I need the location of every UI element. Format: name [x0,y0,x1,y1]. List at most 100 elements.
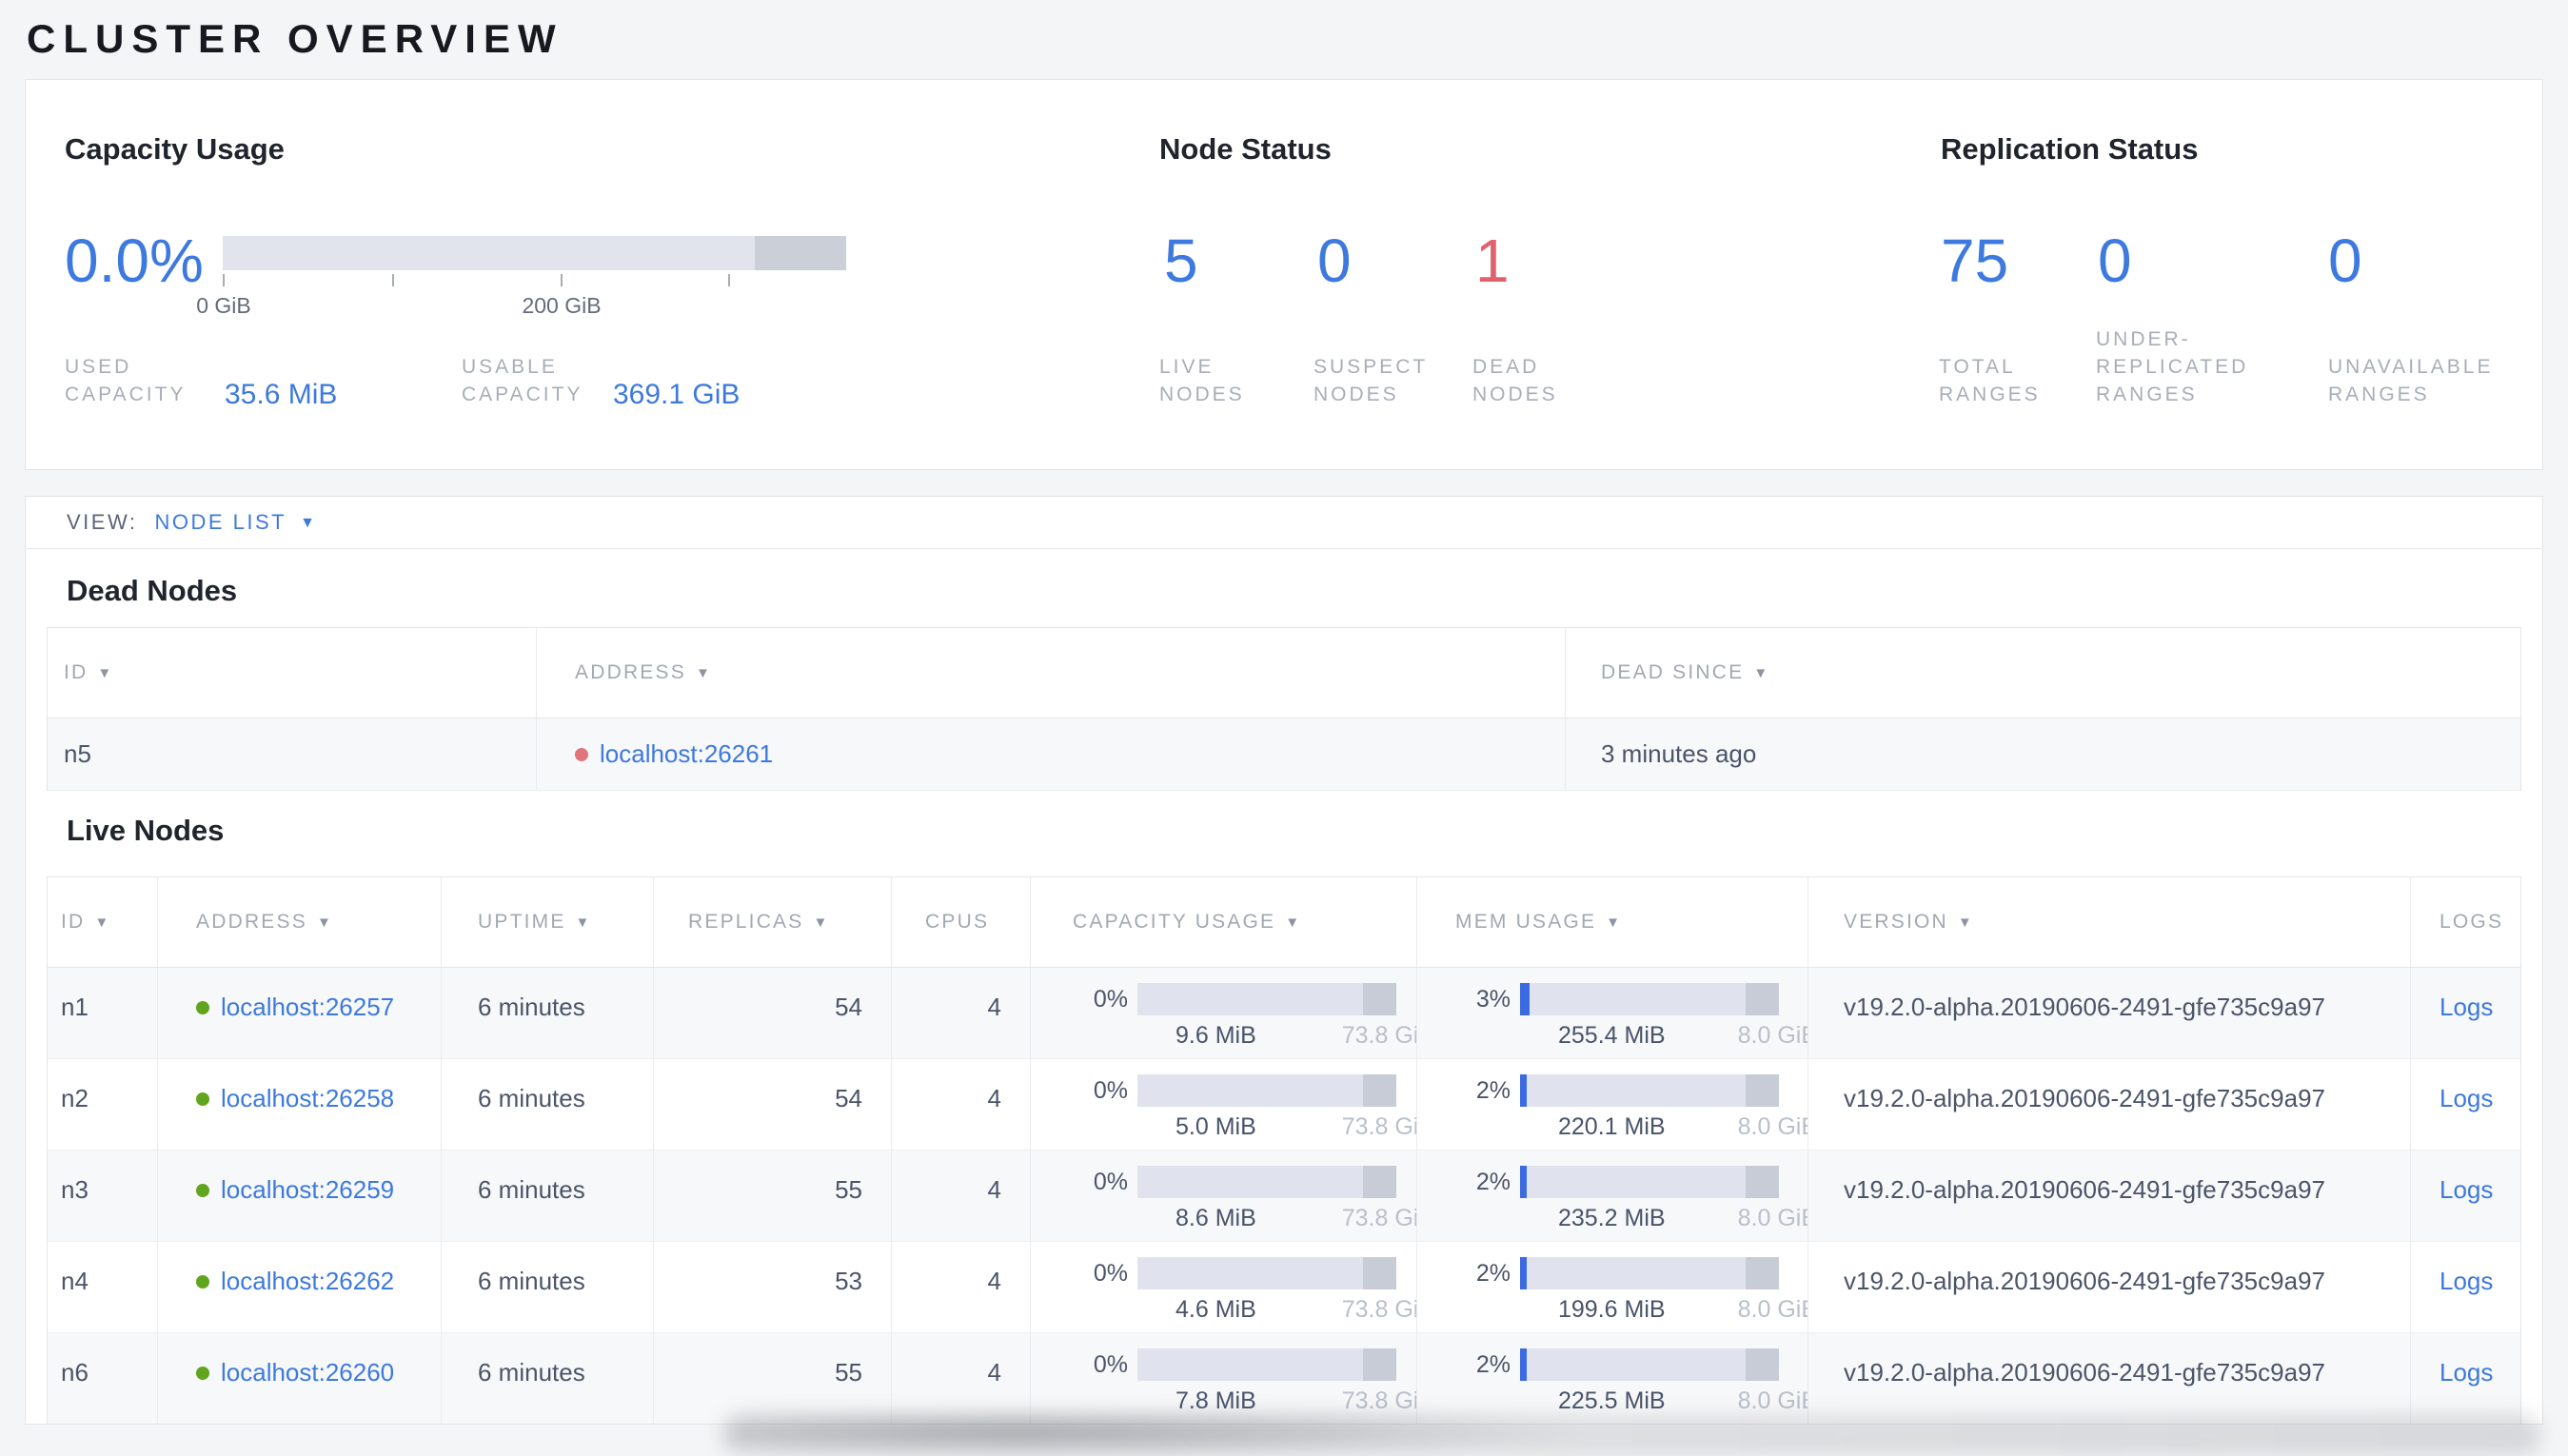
logs-link[interactable]: Logs [2440,993,2493,1021]
mem-percent: 2% [1475,1076,1511,1104]
logs-link[interactable]: Logs [2440,1358,2493,1387]
node-address-link[interactable]: localhost:26257 [221,993,394,1021]
replication-status-heading: Replication Status [1941,132,2199,166]
node-address-cell: localhost:26258 [157,1059,441,1150]
logs-link[interactable]: Logs [2440,1267,2493,1295]
capacity-usage-bar [1137,1166,1396,1198]
capacity-reserved-segment [1362,1348,1396,1381]
column-header-uptime[interactable]: UPTIME ▼ [441,877,653,967]
node-cpus: 4 [891,1333,1030,1424]
node-uptime: 6 minutes [441,1059,653,1150]
mem-usage-bar [1520,1074,1779,1107]
sort-icon: ▼ [1606,914,1621,931]
column-header-version[interactable]: VERSION ▼ [1807,877,2410,967]
node-replicas: 53 [653,1242,891,1332]
mem-fill [1520,983,1531,1015]
node-address-link[interactable]: localhost:26258 [221,1084,394,1112]
live-node-row: n4 localhost:26262 6 minutes 53 4 0% 4.6… [48,1242,2520,1333]
column-header-replicas[interactable]: REPLICAS ▼ [653,877,891,967]
dead-nodes-heading: Dead Nodes [67,574,238,607]
node-version: v19.2.0-alpha.20190606-2491-gfe735c9a97 [1807,968,2410,1058]
column-header-address[interactable]: ADDRESS ▼ [157,877,441,967]
node-cpus: 4 [891,1059,1030,1150]
dead-status-dot [575,748,588,761]
axis-tick [728,274,730,286]
view-bar: VIEW: NODE LIST ▼ [26,497,2542,549]
capacity-usage-cell: 0% 7.8 MiB 73.8 GiB [1030,1333,1416,1424]
node-address-cell: localhost:26257 [157,968,441,1058]
logs-link[interactable]: Logs [2440,1175,2493,1204]
node-address-cell: localhost:26260 [157,1333,441,1424]
logs-cell: Logs [2410,1059,2520,1150]
capacity-percent: 0% [1093,985,1128,1013]
capacity-reserved-segment [1362,983,1396,1015]
node-address-link[interactable]: localhost:26259 [221,1175,394,1204]
column-header-address[interactable]: ADDRESS ▼ [536,628,1565,718]
node-id: n1 [61,993,89,1021]
node-address-link[interactable]: localhost:26260 [221,1358,394,1387]
node-address-cell: localhost:26259 [157,1151,441,1241]
live-nodes-heading: Live Nodes [67,814,225,847]
mem-percent: 2% [1475,1168,1511,1195]
capacity-used-value: 7.8 MiB [1175,1387,1256,1414]
dead-nodes-label: DEAD NODES [1472,356,1558,405]
capacity-percent: 0.0% [65,226,204,295]
column-header-mem-usage[interactable]: MEM USAGE ▼ [1416,877,1807,967]
unavailable-ranges-label: UNAVAILABLE RANGES [2328,356,2494,405]
capacity-usage-bar [1137,983,1396,1015]
live-status-dot [196,1367,209,1380]
capacity-total-value: 73.8 GiB [1341,1296,1416,1323]
view-selected-value: NODE LIST [154,510,287,534]
live-nodes-table: ID ▼ ADDRESS ▼ UPTIME ▼ REPLICAS ▼ CPUS CAPA… [47,876,2521,1424]
axis-label-200: 200 GiB [522,293,602,318]
capacity-reserved-segment [1362,1074,1396,1107]
node-address-cell: localhost:26262 [157,1242,441,1332]
mem-usage-cell: 2% 235.2 MiB 8.0 GiB [1416,1151,1807,1241]
capacity-total-value: 73.8 GiB [1341,1022,1416,1049]
capacity-reserved-segment [1362,1257,1396,1289]
sort-icon: ▼ [695,664,710,681]
mem-usage-cell: 2% 225.5 MiB 8.0 GiB [1416,1333,1807,1424]
live-node-row: n2 localhost:26258 6 minutes 54 4 0% 5.0… [48,1059,2520,1151]
axis-tick [392,274,394,286]
column-header-dead-since[interactable]: DEAD SINCE ▼ [1565,628,2520,718]
capacity-usage-heading: Capacity Usage [65,132,285,166]
node-uptime: 6 minutes [441,968,653,1058]
capacity-total-value: 73.8 GiB [1341,1387,1416,1414]
dead-nodes-table-header: ID ▼ ADDRESS ▼ DEAD SINCE ▼ [48,628,2520,718]
sort-icon: ▼ [97,664,112,681]
capacity-usage-bar [223,236,846,270]
node-uptime: 6 minutes [441,1151,653,1241]
sort-icon: ▼ [1285,914,1300,931]
node-version: v19.2.0-alpha.20190606-2491-gfe735c9a97 [1807,1059,2410,1150]
mem-reserved-segment [1745,1257,1779,1289]
capacity-total-value: 73.8 GiB [1341,1113,1416,1140]
column-header-id[interactable]: ID ▼ [48,877,157,967]
mem-percent: 2% [1475,1350,1511,1378]
suspect-nodes-label: SUSPECT NODES [1314,356,1428,405]
logs-link[interactable]: Logs [2440,1084,2493,1112]
sort-icon: ▼ [575,914,590,931]
mem-reserved-segment [1745,1166,1779,1198]
column-header-capacity-usage[interactable]: CAPACITY USAGE ▼ [1030,877,1416,967]
capacity-used-value: 5.0 MiB [1175,1113,1256,1140]
dead-nodes-table: ID ▼ ADDRESS ▼ DEAD SINCE ▼ n5 localhost:26… [47,627,2521,791]
capacity-used-value: 8.6 MiB [1175,1205,1256,1231]
capacity-usage-cell: 0% 4.6 MiB 73.8 GiB [1030,1242,1416,1332]
mem-usage-bar [1520,1166,1779,1198]
mem-percent: 2% [1475,1259,1511,1287]
mem-fill [1520,1348,1527,1381]
live-nodes-count: 5 [1164,226,1198,295]
live-status-dot [196,1092,209,1106]
cluster-overview-page: CLUSTER OVERVIEW Capacity Usage 0.0% 0 G… [0,0,2568,1456]
mem-fill [1520,1074,1527,1107]
view-selector[interactable]: NODE LIST ▼ [154,510,317,535]
mem-used-value: 255.4 MiB [1558,1022,1666,1049]
sort-icon: ▼ [316,914,331,931]
node-id: n5 [64,739,91,768]
node-address-link[interactable]: localhost:26262 [221,1267,394,1295]
node-uptime: 6 minutes [441,1333,653,1424]
mem-fill [1520,1166,1527,1198]
node-address-link[interactable]: localhost:26261 [600,739,773,768]
column-header-id[interactable]: ID ▼ [48,628,536,718]
